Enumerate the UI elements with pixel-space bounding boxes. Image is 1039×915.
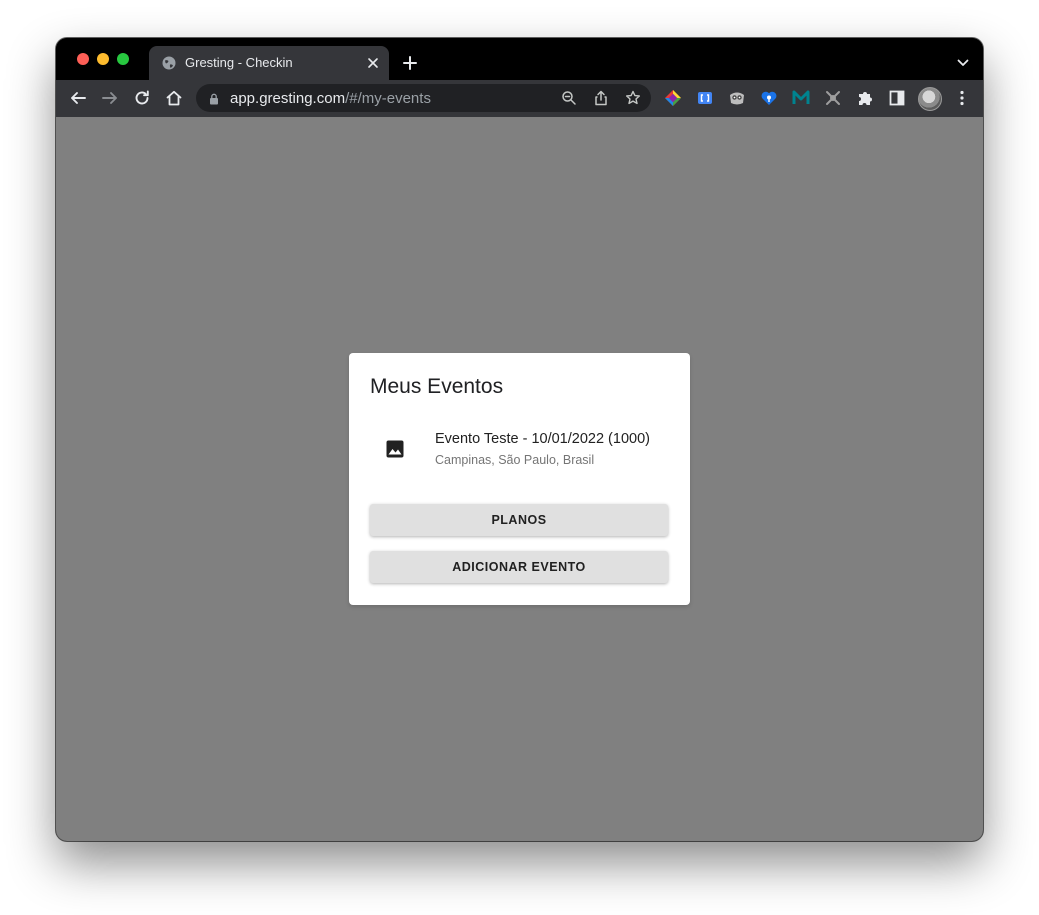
puzzle-icon[interactable] xyxy=(856,89,874,107)
browser-tab-active[interactable]: Gresting - Checkin xyxy=(149,46,389,80)
window-maximize-button[interactable] xyxy=(117,53,129,65)
tab-title: Gresting - Checkin xyxy=(185,55,293,70)
url-text[interactable]: app.gresting.com/#/my-events xyxy=(230,90,431,107)
window-close-button[interactable] xyxy=(77,53,89,65)
new-tab-icon[interactable] xyxy=(401,54,419,72)
m-extension-icon[interactable] xyxy=(792,89,810,107)
page-viewport: Meus Eventos Evento Teste - 10/01/2022 (… xyxy=(56,117,983,841)
tab-search-chevron-icon[interactable] xyxy=(956,56,970,70)
forward-arrow-icon[interactable] xyxy=(101,89,119,107)
card-title: Meus Eventos xyxy=(370,375,504,398)
address-bar[interactable]: app.gresting.com/#/my-events xyxy=(196,84,651,112)
bracket-extension-icon[interactable] xyxy=(696,89,714,107)
reload-icon[interactable] xyxy=(133,89,151,107)
color-picker-extension-icon[interactable] xyxy=(664,89,682,107)
back-arrow-icon[interactable] xyxy=(69,89,87,107)
owl-extension-icon[interactable] xyxy=(728,89,746,107)
event-location: Campinas, São Paulo, Brasil xyxy=(435,453,595,467)
bookmark-star-icon[interactable] xyxy=(625,90,641,106)
event-list-item[interactable]: Evento Teste - 10/01/2022 (1000) Campina… xyxy=(349,419,690,479)
browser-window: Gresting - Checkin app.gresting.com/#/my… xyxy=(56,38,983,841)
share-icon[interactable] xyxy=(593,90,609,106)
event-name: Evento Teste - 10/01/2022 (1000) xyxy=(435,431,650,447)
side-panel-icon[interactable] xyxy=(888,89,906,107)
tab-strip: Gresting - Checkin xyxy=(56,38,983,80)
lock-icon[interactable] xyxy=(208,92,220,105)
my-events-card: Meus Eventos Evento Teste - 10/01/2022 (… xyxy=(349,353,690,605)
disabled-extension-icon[interactable] xyxy=(824,89,842,107)
home-icon[interactable] xyxy=(165,89,183,107)
heart-key-extension-icon[interactable] xyxy=(760,89,778,107)
window-minimize-button[interactable] xyxy=(97,53,109,65)
profile-avatar[interactable] xyxy=(918,87,942,111)
zoom-out-icon[interactable] xyxy=(561,90,577,106)
browser-toolbar: app.gresting.com/#/my-events xyxy=(56,80,983,118)
add-event-button[interactable]: ADICIONAR EVENTO xyxy=(370,551,668,583)
plans-button[interactable]: PLANOS xyxy=(370,504,668,536)
url-host: app.gresting.com xyxy=(230,90,346,107)
tab-close-icon[interactable] xyxy=(365,55,381,71)
globe-icon xyxy=(162,56,176,70)
url-path: /#/my-events xyxy=(345,90,431,107)
image-icon xyxy=(386,440,404,458)
more-vertical-icon[interactable] xyxy=(953,89,971,107)
